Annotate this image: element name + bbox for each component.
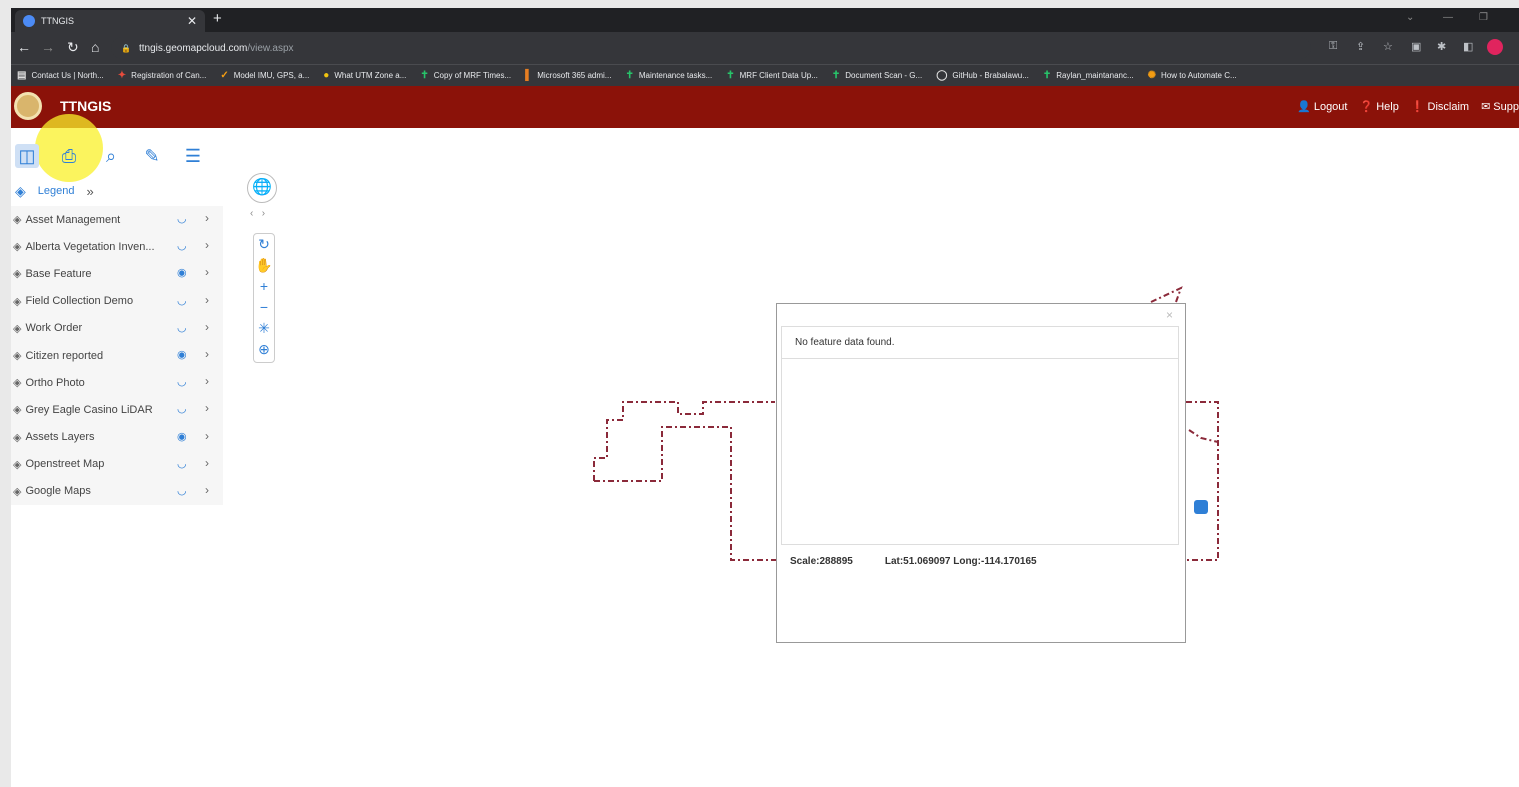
map-marker-button[interactable] bbox=[1194, 500, 1208, 514]
previous-extent-icon[interactable]: ‹ bbox=[250, 208, 253, 219]
popup-message: No feature data found. bbox=[781, 326, 1179, 359]
next-extent-icon[interactable]: › bbox=[262, 208, 265, 219]
map-zoom-toolbar: ↻ ✋ + − ✳ ⊕ bbox=[253, 233, 275, 363]
identify-popup: × No feature data found. Scale:288895 La… bbox=[776, 303, 1186, 643]
zoom-out-icon[interactable]: − bbox=[254, 297, 274, 318]
close-icon[interactable]: × bbox=[1166, 308, 1173, 322]
locate-icon[interactable]: ⊕ bbox=[254, 339, 274, 360]
coordinate-readout: Lat:51.069097 Long:-114.170165 bbox=[884, 556, 1037, 567]
full-extent-icon[interactable]: ✳ bbox=[254, 318, 274, 339]
basemap-globe-icon[interactable]: 🌐 bbox=[247, 173, 277, 203]
pan-hand-icon[interactable]: ✋ bbox=[254, 255, 274, 276]
history-nav: ‹ › bbox=[250, 208, 265, 219]
zoom-in-icon[interactable]: + bbox=[254, 276, 274, 297]
map-canvas[interactable] bbox=[11, 8, 1519, 787]
popup-footer: Scale:288895 Lat:51.069097 Long:-114.170… bbox=[790, 556, 1069, 567]
scale-readout: Scale:288895 bbox=[790, 556, 853, 567]
browser-window: TTNGIS ✕ + ⌄ — ❐ ← → ↻ ⌂ 🔒 ttngis.geomap… bbox=[11, 8, 1519, 787]
popup-body bbox=[781, 359, 1179, 545]
refresh-icon[interactable]: ↻ bbox=[254, 234, 274, 255]
